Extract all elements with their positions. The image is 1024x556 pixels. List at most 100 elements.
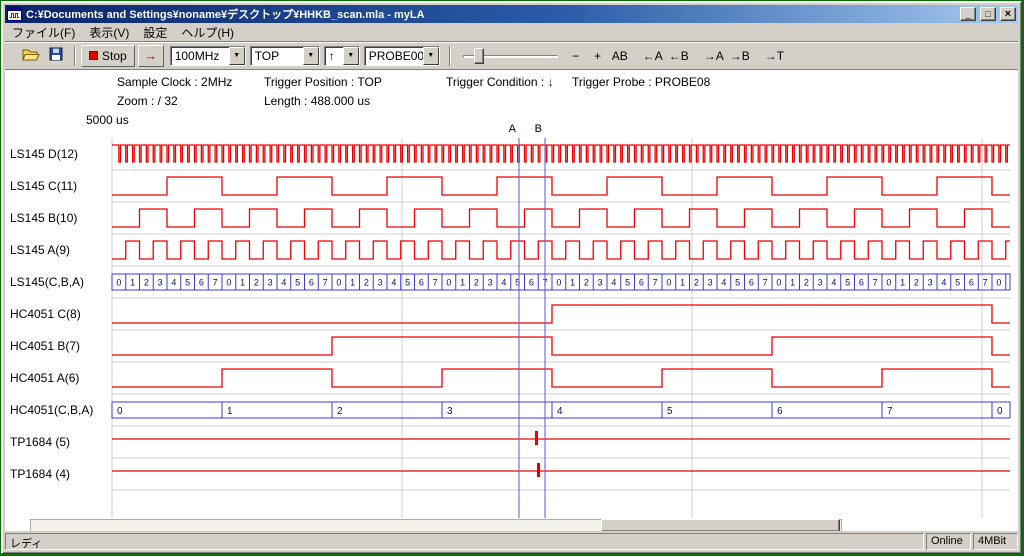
bus-value: 3 bbox=[378, 278, 383, 288]
bus-value: 0 bbox=[116, 278, 121, 288]
channel-label: LS145(C,B,A) bbox=[10, 275, 84, 289]
bus-value: 0 bbox=[776, 278, 781, 288]
bus-value: 1 bbox=[680, 278, 685, 288]
bus-value: 5 bbox=[667, 406, 673, 417]
bus-value: 3 bbox=[447, 406, 453, 417]
info-zoom: Zoom : / 32 bbox=[117, 94, 178, 108]
bus-value: 6 bbox=[859, 278, 864, 288]
info-sample-clock: Sample Clock : 2MHz bbox=[117, 75, 232, 89]
bus-value: 4 bbox=[557, 406, 563, 417]
time-division-label: 5000 us bbox=[86, 113, 129, 127]
app-window: C:¥Documents and Settings¥noname¥デスクトップ¥… bbox=[1, 1, 1022, 554]
bus-value: 1 bbox=[570, 278, 575, 288]
bus-value: 2 bbox=[914, 278, 919, 288]
bus-value: 4 bbox=[501, 278, 506, 288]
bus-value: 1 bbox=[900, 278, 905, 288]
bus-value: 2 bbox=[144, 278, 149, 288]
pulse-mark bbox=[535, 431, 538, 445]
bus-value: 6 bbox=[969, 278, 974, 288]
bus-value: 4 bbox=[171, 278, 176, 288]
bus-value: 0 bbox=[446, 278, 451, 288]
bus-value: 2 bbox=[804, 278, 809, 288]
bus-value: 4 bbox=[831, 278, 836, 288]
bus-value: 0 bbox=[336, 278, 341, 288]
bus-value: 0 bbox=[886, 278, 891, 288]
bus-value: 7 bbox=[653, 278, 658, 288]
bus-value: 4 bbox=[611, 278, 616, 288]
channel-label: HC4051 A(6) bbox=[10, 371, 79, 385]
channel-label: LS145 B(10) bbox=[10, 211, 77, 225]
bus-value: 3 bbox=[598, 278, 603, 288]
bus-value: 7 bbox=[213, 278, 218, 288]
waveform-trace bbox=[112, 209, 1010, 227]
bus-value: 3 bbox=[708, 278, 713, 288]
channel-label: LS145 D(12) bbox=[10, 147, 78, 161]
bus-value: 0 bbox=[996, 278, 1001, 288]
channel-label: TP1684 (5) bbox=[10, 435, 70, 449]
waveform-trace bbox=[112, 145, 1010, 162]
status-online: Online bbox=[926, 533, 971, 550]
cursor-label-a: A bbox=[509, 123, 517, 135]
status-bar: レディ Online 4MBit bbox=[5, 531, 1018, 550]
bus-value: 6 bbox=[749, 278, 754, 288]
bus-value: 0 bbox=[226, 278, 231, 288]
bus-value: 5 bbox=[845, 278, 850, 288]
bus-value: 7 bbox=[433, 278, 438, 288]
bus-value: 1 bbox=[460, 278, 465, 288]
pulse-mark bbox=[537, 463, 540, 477]
bus-value: 4 bbox=[941, 278, 946, 288]
status-message: レディ bbox=[5, 533, 924, 550]
bus-value: 7 bbox=[763, 278, 768, 288]
bus-value: 5 bbox=[405, 278, 410, 288]
bus-value: 2 bbox=[474, 278, 479, 288]
bus-value: 5 bbox=[295, 278, 300, 288]
waveform-trace bbox=[112, 177, 1010, 195]
bus-value: 2 bbox=[694, 278, 699, 288]
bus-value: 0 bbox=[666, 278, 671, 288]
bus-value: 5 bbox=[735, 278, 740, 288]
status-memory: 4MBit bbox=[973, 533, 1018, 550]
waveform-trace bbox=[112, 241, 1010, 259]
channel-label: HC4051 B(7) bbox=[10, 339, 80, 353]
bus-value: 6 bbox=[199, 278, 204, 288]
waveform-trace bbox=[112, 305, 1010, 323]
bus-value: 0 bbox=[556, 278, 561, 288]
info-trigger-probe: Trigger Probe : PROBE08 bbox=[572, 75, 710, 89]
bus-value: 6 bbox=[777, 406, 783, 417]
bus-value: 3 bbox=[158, 278, 163, 288]
info-trigger-condition: Trigger Condition : ↓ bbox=[446, 75, 554, 89]
bus-value: 2 bbox=[254, 278, 259, 288]
bus-value: 7 bbox=[873, 278, 878, 288]
waveform-trace bbox=[112, 369, 1010, 387]
channel-label: LS145 A(9) bbox=[10, 243, 70, 257]
bus-value: 0 bbox=[997, 406, 1003, 417]
bus-value: 6 bbox=[639, 278, 644, 288]
bus-value: 6 bbox=[309, 278, 314, 288]
bus-value: 2 bbox=[584, 278, 589, 288]
bus-value: 7 bbox=[323, 278, 328, 288]
bus-value: 3 bbox=[268, 278, 273, 288]
bus-value: 6 bbox=[529, 278, 534, 288]
bus-value: 5 bbox=[955, 278, 960, 288]
bus-value: 1 bbox=[130, 278, 135, 288]
bus-value: 4 bbox=[281, 278, 286, 288]
bus-value: 3 bbox=[488, 278, 493, 288]
bus-value: 2 bbox=[337, 406, 343, 417]
channel-label: LS145 C(11) bbox=[10, 179, 77, 193]
bus-value: 1 bbox=[227, 406, 233, 417]
bus-value: 7 bbox=[887, 406, 893, 417]
bus-value: 1 bbox=[350, 278, 355, 288]
bus-value: 7 bbox=[983, 278, 988, 288]
bus-value: 4 bbox=[391, 278, 396, 288]
waveform-trace bbox=[112, 337, 1010, 355]
channel-label: HC4051 C(8) bbox=[10, 307, 81, 321]
bus-value: 5 bbox=[625, 278, 630, 288]
channel-label: HC4051(C,B,A) bbox=[10, 403, 93, 417]
bus-value: 6 bbox=[419, 278, 424, 288]
bus-value: 1 bbox=[790, 278, 795, 288]
bus-value: 3 bbox=[928, 278, 933, 288]
info-trigger-position: Trigger Position : TOP bbox=[264, 75, 382, 89]
bus-value: 1 bbox=[240, 278, 245, 288]
bus-value: 3 bbox=[818, 278, 823, 288]
bus-value: 2 bbox=[364, 278, 369, 288]
